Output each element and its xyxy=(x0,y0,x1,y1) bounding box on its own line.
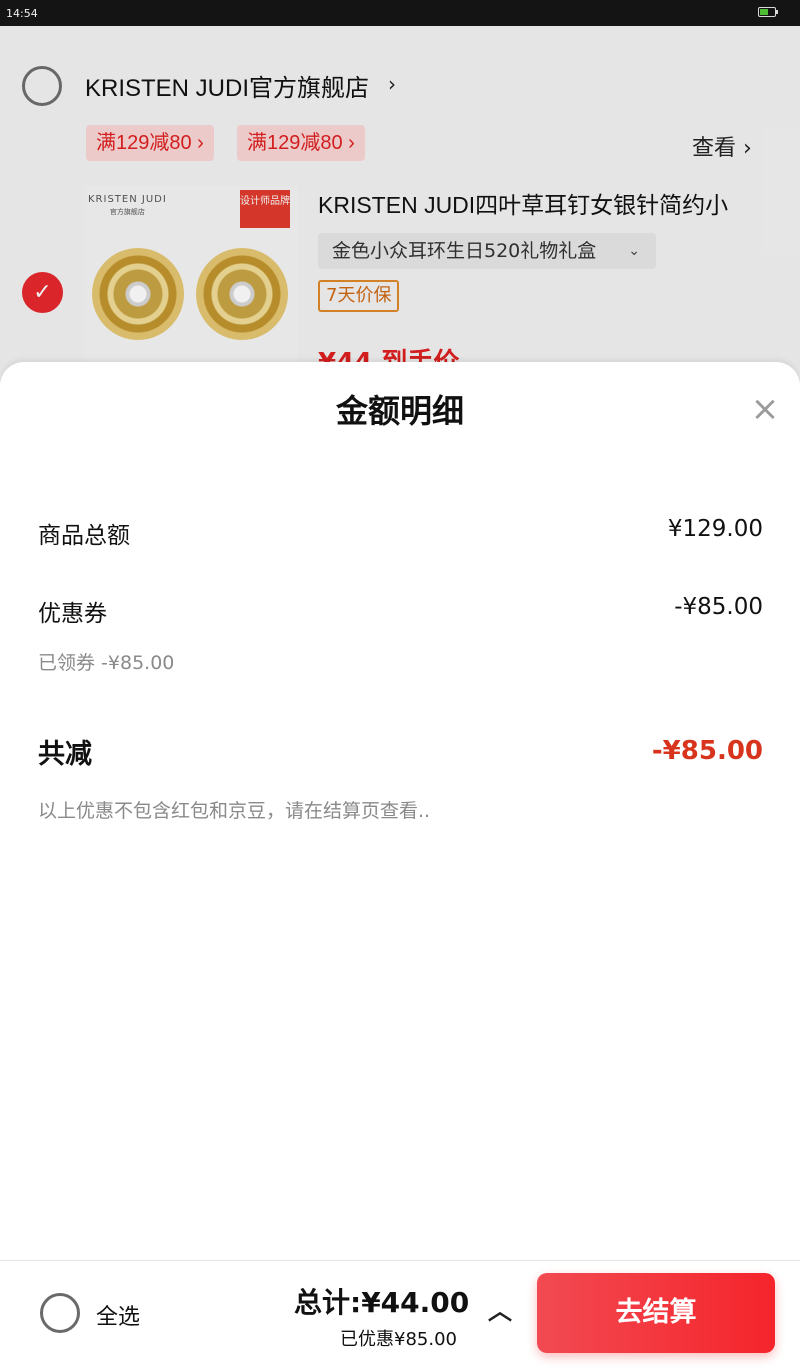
status-time: 14:54 xyxy=(6,7,38,20)
shop-row: KRISTEN JUDI官方旗舰店 › 满129减80 › 满129减80 › … xyxy=(0,26,800,161)
checkout-button[interactable]: 去结算 xyxy=(537,1273,775,1353)
coupon-note: 已领券 -¥85.00 xyxy=(38,652,175,674)
order-total: 总计:¥44.00 xyxy=(294,1286,470,1319)
earring-right-image xyxy=(196,248,288,340)
coupon-value: -¥85.00 xyxy=(674,594,763,620)
discount-disclaimer: 以上优惠不包含红包和京豆，请在结算页查看.. xyxy=(38,800,431,822)
saved-amount: 已优惠¥85.00 xyxy=(340,1329,457,1350)
item-checked-icon[interactable]: ✓ xyxy=(22,272,63,313)
cart-background: KRISTEN JUDI官方旗舰店 › 满129减80 › 满129减80 › … xyxy=(0,26,800,386)
checkout-bar: 全选 总计:¥44.00 已优惠¥85.00 ︿ 去结算 xyxy=(0,1260,800,1370)
variant-label: 金色小众耳环生日520礼物礼盒 xyxy=(332,240,597,262)
promo-tag[interactable]: 满129减80 › xyxy=(237,125,365,161)
chevron-right-icon[interactable]: › xyxy=(388,72,396,96)
variant-selector[interactable]: 金色小众耳环生日520礼物礼盒 ⌄ xyxy=(318,233,656,269)
goods-total-value: ¥129.00 xyxy=(667,516,763,542)
battery-icon xyxy=(758,7,778,17)
select-all-label[interactable]: 全选 xyxy=(96,1299,140,1331)
brand-logo-main: KRISTEN JUDI xyxy=(88,194,167,205)
close-icon[interactable]: × xyxy=(748,392,782,426)
coupon-label: 优惠券 xyxy=(38,601,107,627)
product-image[interactable]: KRISTEN JUDI 官方旗舰店 设计师品牌 xyxy=(84,186,298,386)
select-all-radio[interactable] xyxy=(40,1293,80,1333)
sheet-title: 金额明细 xyxy=(335,392,464,430)
goods-total-label: 商品总额 xyxy=(38,523,130,549)
price-guard-badge: 7天价保 xyxy=(318,280,400,312)
chevron-up-icon[interactable]: ︿ xyxy=(488,1291,512,1326)
shop-name[interactable]: KRISTEN JUDI官方旗舰店 xyxy=(85,68,369,103)
shop-select-radio[interactable] xyxy=(22,66,62,106)
brand-logo-sub: 官方旗舰店 xyxy=(109,208,145,216)
total-discount-value: -¥85.00 xyxy=(651,736,763,766)
view-promo-link[interactable]: 查看 › xyxy=(692,130,752,162)
product-title[interactable]: KRISTEN JUDI四叶草耳钉女银针简约小 xyxy=(318,186,728,220)
designer-badge: 设计师品牌 xyxy=(240,190,290,228)
brand-logo: KRISTEN JUDI 官方旗舰店 xyxy=(88,194,167,218)
battery-level xyxy=(760,9,769,15)
earring-left-image xyxy=(92,248,184,340)
total-discount-label: 共减 xyxy=(38,739,92,770)
status-bar: 14:54 xyxy=(0,0,800,26)
promo-tag[interactable]: 满129减80 › xyxy=(86,125,214,161)
amount-detail-sheet: 金额明细 × 商品总额 ¥129.00 优惠券 -¥85.00 已领券 -¥85… xyxy=(0,362,800,1260)
chevron-down-icon: ⌄ xyxy=(628,243,640,259)
